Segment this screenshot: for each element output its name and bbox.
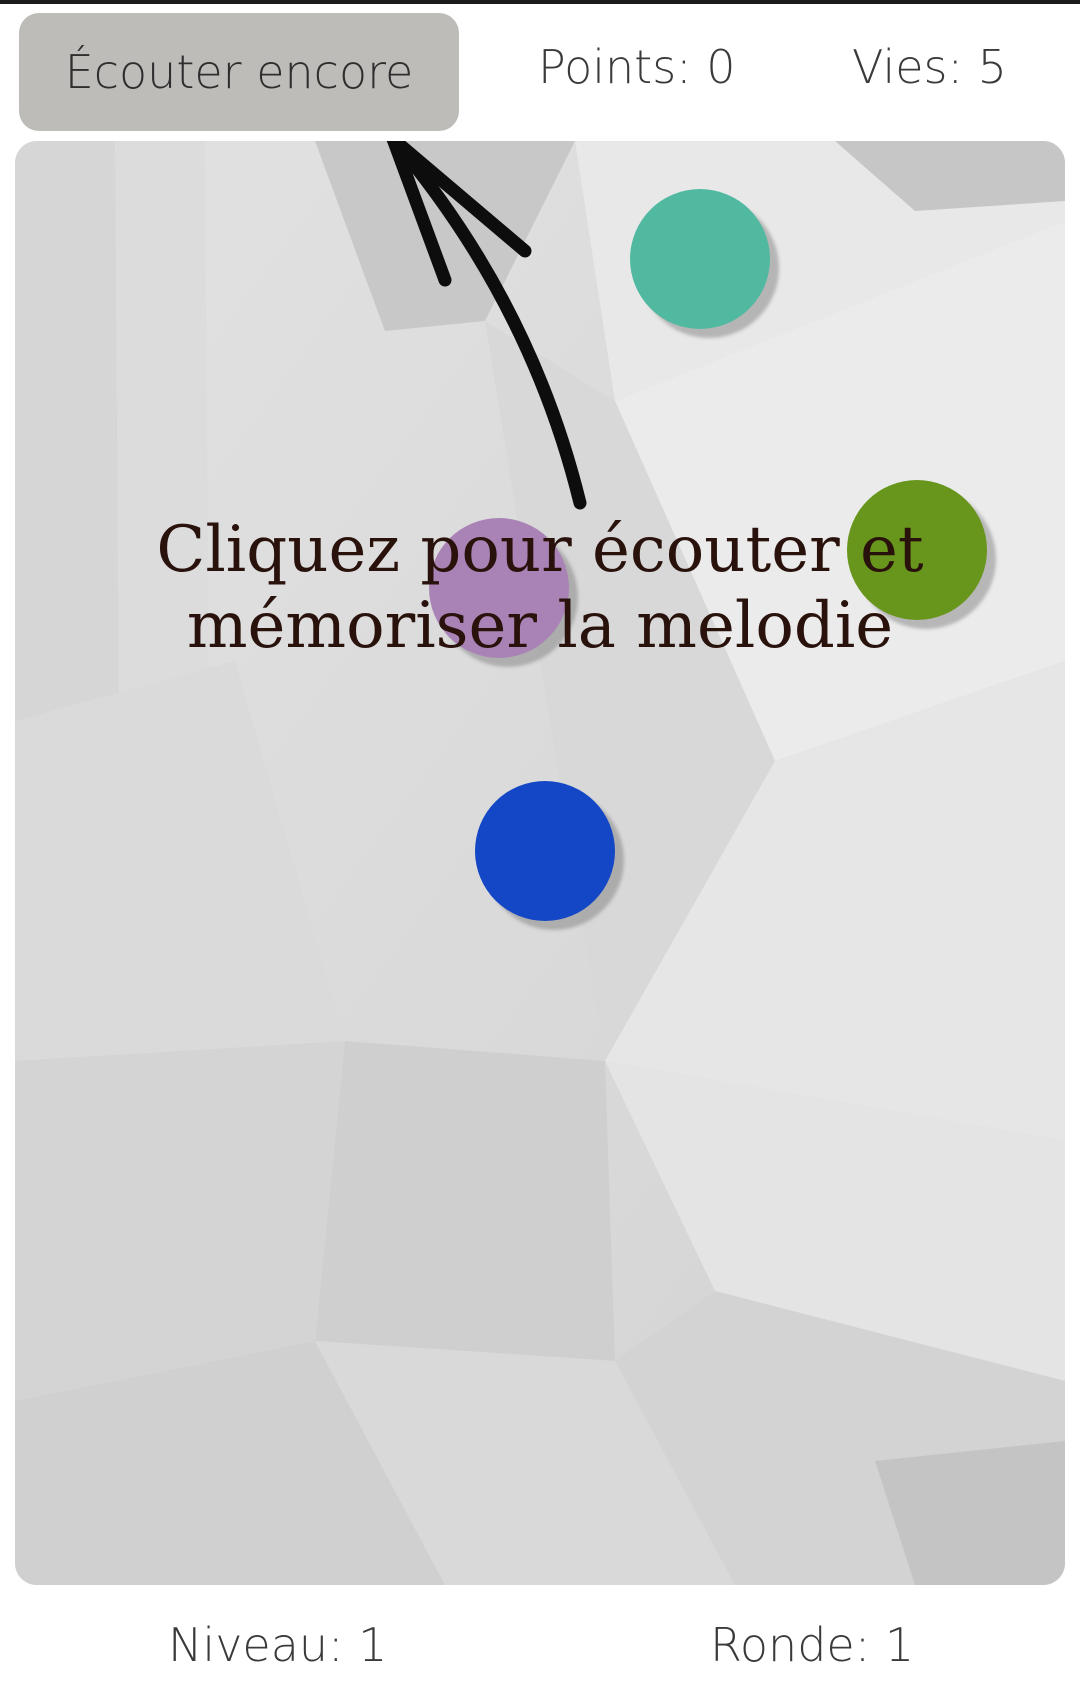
listen-again-button[interactable]: Écouter encore	[19, 13, 459, 131]
blue-dot[interactable]	[475, 781, 615, 921]
instruction-text: Cliquez pour écouter et mémoriser la mel…	[156, 513, 924, 663]
level-indicator: Niveau: 1	[168, 1618, 388, 1672]
top-border	[0, 0, 1080, 4]
round-indicator: Ronde: 1	[710, 1618, 915, 1672]
teal-dot[interactable]	[630, 189, 770, 329]
lives-counter: Vies: 5	[852, 40, 1007, 94]
game-board[interactable]: Cliquez pour écouter et mémoriser la mel…	[15, 141, 1065, 1585]
points-counter: Points: 0	[538, 40, 736, 94]
